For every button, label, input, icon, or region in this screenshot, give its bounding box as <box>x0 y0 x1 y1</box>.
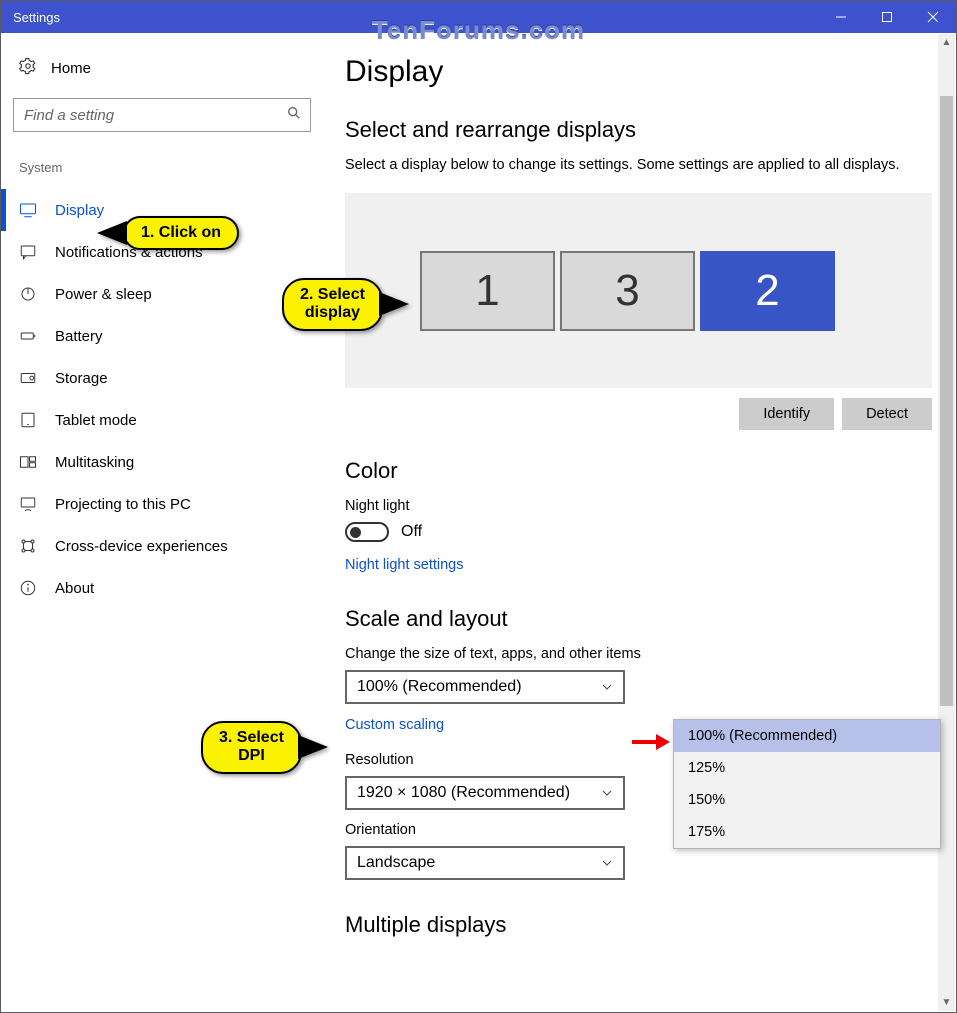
home-label: Home <box>51 60 91 77</box>
sidebar-item-projecting[interactable]: Projecting to this PC <box>1 483 325 525</box>
sidebar-item-battery[interactable]: Battery <box>1 315 325 357</box>
scrollbar[interactable]: ▲ ▼ <box>938 34 955 1011</box>
chevron-down-icon <box>601 857 613 869</box>
battery-icon <box>19 327 37 345</box>
orientation-combo[interactable]: Landscape <box>345 846 625 880</box>
scale-option-150[interactable]: 150% <box>674 784 940 816</box>
home-link[interactable]: Home <box>13 51 325 98</box>
search-icon <box>286 105 302 126</box>
custom-scaling-link[interactable]: Custom scaling <box>345 717 444 733</box>
crossdevice-icon <box>19 537 37 555</box>
sidebar-item-crossdevice[interactable]: Cross-device experiences <box>1 525 325 567</box>
sidebar-item-storage[interactable]: Storage <box>1 357 325 399</box>
detect-button[interactable]: Detect <box>842 398 932 430</box>
storage-icon <box>19 369 37 387</box>
color-heading: Color <box>345 458 932 484</box>
chevron-down-icon <box>601 681 613 693</box>
scroll-up-icon[interactable]: ▲ <box>938 34 955 51</box>
search-input[interactable] <box>13 98 311 132</box>
sidebar-item-label: Battery <box>55 328 103 345</box>
scale-label: Change the size of text, apps, and other… <box>345 646 932 662</box>
multitasking-icon <box>19 453 37 471</box>
tablet-icon <box>19 411 37 429</box>
night-light-state: Off <box>401 523 422 541</box>
sidebar-item-label: Power & sleep <box>55 286 152 303</box>
callout-1: 1. Click on <box>123 216 239 250</box>
chevron-down-icon <box>601 787 613 799</box>
section-label: System <box>13 132 325 189</box>
scale-option-125[interactable]: 125% <box>674 752 940 784</box>
scale-combo[interactable]: 100% (Recommended) <box>345 670 625 704</box>
multiple-displays-heading: Multiple displays <box>345 912 932 938</box>
scale-value: 100% (Recommended) <box>357 678 522 696</box>
notification-icon <box>19 243 37 261</box>
sidebar-item-multitasking[interactable]: Multitasking <box>1 441 325 483</box>
display-tile-1[interactable]: 1 <box>420 251 555 331</box>
titlebar: Settings <box>1 1 956 33</box>
projecting-icon <box>19 495 37 513</box>
display-tile-3[interactable]: 3 <box>560 251 695 331</box>
night-light-label: Night light <box>345 498 932 514</box>
callout-3: 3. Select DPI <box>201 721 302 774</box>
maximize-button[interactable] <box>864 1 910 33</box>
sidebar: Home System Display Notifications & acti… <box>1 33 337 1012</box>
display-arrange-area[interactable]: 1 3 2 <box>345 193 932 388</box>
identify-button[interactable]: Identify <box>739 398 834 430</box>
sidebar-item-label: Storage <box>55 370 108 387</box>
rearrange-desc: Select a display below to change its set… <box>345 157 932 173</box>
sidebar-item-about[interactable]: About <box>1 567 325 609</box>
sidebar-item-label: About <box>55 580 94 597</box>
display-icon <box>19 201 37 219</box>
display-tile-2[interactable]: 2 <box>700 251 835 331</box>
resolution-value: 1920 × 1080 (Recommended) <box>357 784 570 802</box>
window-title: Settings <box>1 10 60 25</box>
arrow-icon <box>630 732 670 752</box>
night-light-toggle[interactable] <box>345 522 389 542</box>
resolution-combo[interactable]: 1920 × 1080 (Recommended) <box>345 776 625 810</box>
orientation-value: Landscape <box>357 854 435 872</box>
search-field[interactable] <box>24 107 286 124</box>
scrollbar-thumb[interactable] <box>940 96 953 706</box>
power-icon <box>19 285 37 303</box>
callout-2: 2. Select display <box>282 278 383 331</box>
sidebar-item-tablet[interactable]: Tablet mode <box>1 399 325 441</box>
sidebar-item-power[interactable]: Power & sleep <box>1 273 325 315</box>
gear-icon <box>19 57 37 80</box>
scale-heading: Scale and layout <box>345 606 932 632</box>
scale-dropdown: 100% (Recommended) 125% 150% 175% <box>673 719 941 849</box>
sidebar-item-label: Projecting to this PC <box>55 496 191 513</box>
minimize-button[interactable] <box>818 1 864 33</box>
sidebar-item-label: Multitasking <box>55 454 134 471</box>
scale-option-175[interactable]: 175% <box>674 816 940 848</box>
sidebar-item-label: Tablet mode <box>55 412 137 429</box>
main-content: Display Select and rearrange displays Se… <box>337 33 956 1012</box>
scale-option-100[interactable]: 100% (Recommended) <box>674 720 940 752</box>
scroll-down-icon[interactable]: ▼ <box>938 994 955 1011</box>
info-icon <box>19 579 37 597</box>
page-title: Display <box>345 55 932 89</box>
night-light-settings-link[interactable]: Night light settings <box>345 557 463 573</box>
rearrange-heading: Select and rearrange displays <box>345 117 932 143</box>
sidebar-item-label: Display <box>55 202 104 219</box>
sidebar-item-label: Cross-device experiences <box>55 538 228 555</box>
close-button[interactable] <box>910 1 956 33</box>
